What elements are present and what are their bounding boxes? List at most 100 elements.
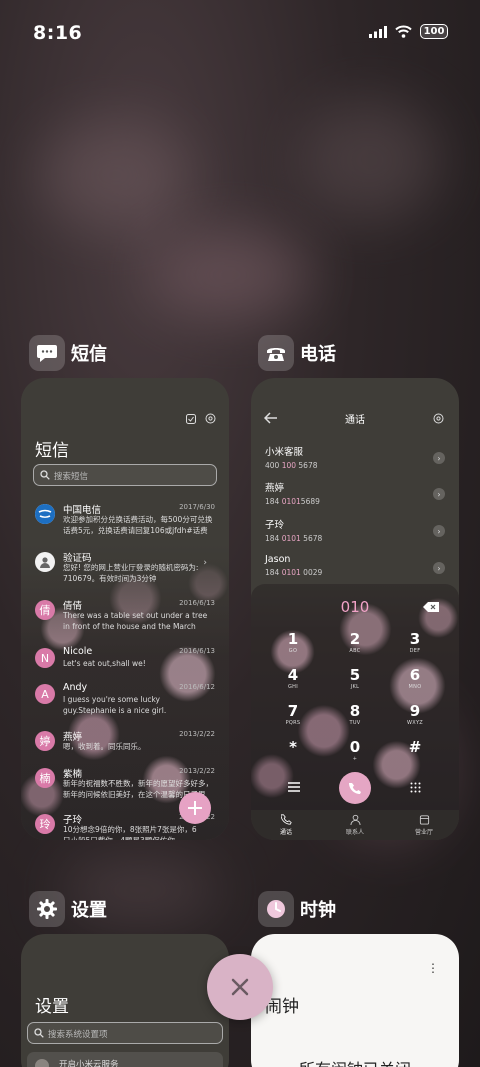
phone-app-title: 电话	[300, 344, 336, 365]
sms-date: 2016/6/12	[179, 683, 215, 691]
dialpad-key[interactable]: #	[390, 738, 440, 756]
telecom-logo-icon	[35, 504, 55, 524]
plus-icon	[188, 801, 202, 815]
dialpad-key[interactable]: 4 GHI	[268, 666, 318, 690]
contact-avatar: 婷	[35, 731, 55, 751]
backspace-icon[interactable]	[423, 602, 439, 612]
sms-message-item[interactable]: 验证码 您好! 您的网上营业厅登录的随机密码为: 710679。有效时间为3分钟…	[33, 550, 219, 586]
dialpad-key[interactable]: 1 GO	[268, 630, 318, 654]
tab-calls[interactable]: 通话	[256, 814, 316, 836]
sms-app-header[interactable]: 短信	[29, 335, 107, 371]
dialpad-key[interactable]: 6 MNO	[390, 666, 440, 690]
contact-name: 子玲	[265, 520, 285, 531]
store-icon	[419, 815, 429, 825]
sms-date: 2013/2/22	[179, 730, 215, 738]
contact-row[interactable]: 子玲 184 0101 5678 ›	[265, 517, 449, 547]
contact-row[interactable]: Jason 184 0101 0029 ›	[265, 554, 449, 584]
menu-icon[interactable]	[288, 782, 300, 792]
phone-icon	[280, 814, 292, 825]
sms-preview: There was a table set out under a tree i…	[63, 611, 208, 631]
tab-contacts[interactable]: 联系人	[325, 814, 385, 836]
chevron-right-icon: ›	[433, 452, 445, 464]
clock-app-icon	[258, 891, 294, 927]
person-icon	[349, 814, 361, 825]
dialpad-key[interactable]: *	[268, 738, 318, 756]
contact-avatar: 玲	[35, 814, 55, 834]
sms-search-placeholder: 搜索短信	[54, 472, 89, 482]
battery-level: 100	[423, 26, 445, 37]
settings-app-header[interactable]: 设置	[29, 891, 107, 927]
chevron-right-icon: ›	[433, 562, 445, 574]
clock-app-card[interactable]: ⋮ 闹钟 所有闹钟已关闭	[251, 934, 459, 1067]
sms-search-input[interactable]: 搜索短信	[33, 464, 217, 486]
cloud-icon	[35, 1059, 49, 1067]
sms-message-item[interactable]: A Andy 2016/6/12 I guess you're some luc…	[33, 682, 219, 722]
contact-number: 400 100 5678	[265, 461, 318, 470]
chevron-right-icon: ›	[203, 558, 207, 568]
battery-icon: 100	[420, 24, 448, 39]
phone-app-card[interactable]: 通话 小米客服 400 100 5678 › 燕婷 184 01015689 ›…	[251, 378, 459, 840]
contact-name: 燕婷	[265, 483, 285, 494]
contact-name: 小米客服	[265, 447, 304, 458]
settings-gear-icon[interactable]	[433, 413, 444, 424]
status-time: 8:16	[33, 22, 83, 44]
call-button[interactable]	[339, 772, 371, 804]
dialpad-key[interactable]: 7 PQRS	[268, 702, 318, 726]
sms-message-item[interactable]: 中国电信 2017/6/30 欢迎参加积分兑换话费活动，每500分可兑换话费5元…	[33, 502, 219, 542]
settings-app-icon	[29, 891, 65, 927]
settings-gear-icon[interactable]	[205, 413, 216, 424]
sms-app-card[interactable]: 短信 搜索短信 中国电信 2017/6/30 欢迎参加积分兑换话费活动，每500…	[21, 378, 229, 840]
contact-name: Jason	[265, 554, 291, 565]
person-avatar-icon	[35, 552, 55, 572]
sms-message-item[interactable]: 倩 倩倩 2016/6/13 There was a table set out…	[33, 598, 219, 638]
dialpad-key[interactable]: 8 TUV	[330, 702, 380, 726]
sms-app-title: 短信	[71, 344, 107, 365]
dialpad-key[interactable]: 3 DEF	[390, 630, 440, 654]
sms-message-item[interactable]: N Nicole 2016/6/13 Let's eat out,shall w…	[33, 646, 219, 678]
settings-inner-title: 设置	[35, 997, 69, 1017]
sms-sender: Andy	[63, 682, 88, 693]
phone-app-header[interactable]: 电话	[258, 335, 336, 371]
dialpad-key[interactable]: 2 ABC	[330, 630, 380, 654]
contact-avatar: N	[35, 648, 55, 668]
select-icon[interactable]	[186, 414, 196, 424]
settings-item[interactable]: 开启小米云服务	[27, 1052, 223, 1067]
sms-sender: Nicole	[63, 646, 93, 657]
tab-service-hall[interactable]: 营业厅	[394, 814, 454, 836]
new-message-button[interactable]	[179, 792, 211, 824]
sms-preview: I guess you're some lucky guy.Stephanie …	[63, 695, 167, 715]
wifi-icon	[395, 25, 412, 38]
settings-search-input[interactable]: 搜索系统设置项	[27, 1022, 223, 1044]
phone-app-icon	[258, 335, 294, 371]
settings-search-placeholder: 搜索系统设置项	[48, 1030, 108, 1040]
phone-icon	[348, 782, 361, 794]
keypad-grid-icon[interactable]	[410, 782, 421, 793]
clock-app-title: 时钟	[300, 900, 336, 921]
sms-preview: 您好! 您的网上营业厅登录的随机密码为: 710679。有效时间为3分钟	[63, 563, 199, 583]
settings-app-title: 设置	[71, 900, 107, 921]
clock-app-header[interactable]: 时钟	[258, 891, 336, 927]
chevron-right-icon: ›	[433, 525, 445, 537]
sms-date: 2016/6/13	[179, 647, 215, 655]
contact-row[interactable]: 小米客服 400 100 5678 ›	[265, 444, 449, 474]
dialpad-key[interactable]: 5 JKL	[330, 666, 380, 690]
sms-preview: 嗯，收到着。同乐同乐。	[63, 742, 146, 751]
clock-empty-text: 所有闹钟已关闭	[251, 1056, 459, 1067]
settings-app-card[interactable]: 设置 搜索系统设置项 开启小米云服务	[21, 934, 229, 1067]
more-options-icon[interactable]: ⋮	[427, 962, 439, 974]
dialpad-key[interactable]: 0 +	[330, 738, 380, 762]
contact-row[interactable]: 燕婷 184 01015689 ›	[265, 480, 449, 510]
contact-avatar: 倩	[35, 600, 55, 620]
sms-message-item[interactable]: 婷 燕婷 2013/2/22 嗯，收到着。同乐同乐。	[33, 729, 219, 761]
contact-number: 184 0101 0029	[265, 568, 323, 577]
clear-all-button[interactable]	[207, 954, 273, 1020]
sms-preview: Let's eat out,shall we!	[63, 659, 146, 668]
dialpad-key[interactable]: 9 WXYZ	[390, 702, 440, 726]
contact-number: 184 0101 5678	[265, 534, 323, 543]
sms-app-icon	[29, 335, 65, 371]
settings-item-label: 开启小米云服务	[59, 1060, 119, 1067]
close-icon	[231, 978, 249, 996]
sms-preview: 10分想念9倍的你，8张照片7张是你，6只小船5只载你，4颗星3颗保佑你	[63, 825, 197, 840]
sms-date: 2013/2/22	[179, 767, 215, 775]
signal-icon	[369, 25, 387, 38]
